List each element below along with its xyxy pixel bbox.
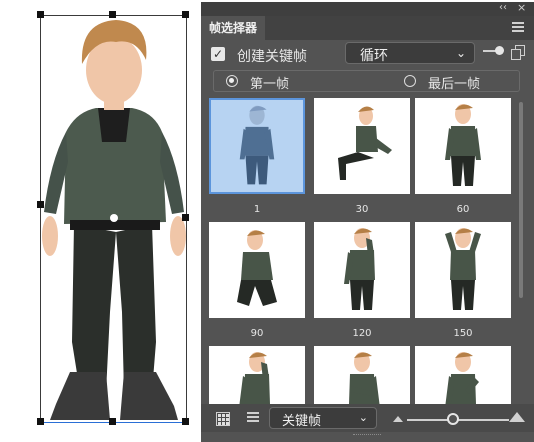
thumbnail-size-knob[interactable] (446, 413, 459, 425)
first-frame-radio[interactable] (226, 75, 238, 87)
frame-figure (239, 352, 270, 404)
resize-handle-bottom[interactable] (109, 418, 116, 425)
panel-resize-grip[interactable] (353, 434, 381, 437)
panel-menu-icon[interactable] (512, 22, 524, 34)
zoom-out-icon[interactable] (393, 416, 403, 422)
view-mode-value: 关键帧 (282, 414, 322, 429)
resize-handle-right[interactable] (182, 214, 189, 221)
resize-handle-top-right[interactable] (182, 11, 189, 18)
chevron-down-icon: ⌄ (455, 46, 466, 60)
canvas-area[interactable] (0, 0, 200, 442)
frame-number-label: 30 (355, 204, 369, 215)
pin-icon[interactable] (495, 46, 504, 55)
frame-figure (349, 352, 380, 404)
frame-figure (445, 104, 481, 186)
frame-number-label: 120 (352, 328, 372, 339)
frame-figure (338, 106, 392, 180)
frame-number-label: 90 (250, 328, 264, 339)
frame-picker-panel: ‹‹ × 帧选择器 ✓ 创建关键帧 循环 ⌄ 第一帧 最后一帧 1 30 60 … (201, 2, 534, 442)
frame-thumbnail[interactable] (314, 222, 410, 318)
first-frame-label: 第一帧 (250, 77, 290, 92)
collapse-panel-icon[interactable]: ‹‹ (499, 2, 507, 14)
resize-handle-top[interactable] (109, 11, 116, 18)
grid-view-icon[interactable] (216, 412, 230, 426)
panel-bottom-bar: 关键帧 ⌄ (201, 404, 534, 432)
frame-thumbnail[interactable] (209, 98, 305, 194)
frame-number-label: 1 (253, 204, 261, 215)
tab-frame-picker[interactable]: 帧选择器 (201, 16, 266, 40)
frame-thumbnail[interactable] (209, 222, 305, 318)
selected-character[interactable] (36, 12, 192, 422)
selection-left-edge (40, 15, 41, 422)
frame-grid-scrollbar[interactable] (519, 102, 523, 298)
frame-option-group: 第一帧 最后一帧 (213, 70, 520, 92)
last-frame-radio[interactable] (404, 75, 416, 87)
chevron-down-icon: ⌄ (358, 411, 368, 424)
keyframe-options-row: ✓ 创建关键帧 循环 ⌄ (201, 40, 534, 68)
frame-number-label: 60 (456, 204, 470, 215)
loop-mode-dropdown[interactable]: 循环 ⌄ (345, 42, 475, 64)
view-mode-dropdown[interactable]: 关键帧 ⌄ (269, 407, 377, 429)
frame-figure (344, 228, 375, 310)
create-keyframe-checkbox[interactable]: ✓ (211, 47, 225, 61)
copy-icon[interactable] (511, 45, 525, 60)
frame-figure (445, 352, 479, 404)
list-view-icon[interactable] (247, 412, 259, 426)
create-keyframe-label: 创建关键帧 (237, 49, 307, 65)
frame-thumbnail[interactable] (209, 346, 305, 404)
frame-thumbnail[interactable] (415, 346, 511, 404)
zoom-in-icon[interactable] (509, 412, 525, 422)
frame-figure (445, 228, 481, 310)
frame-thumbnail[interactable] (314, 346, 410, 404)
frame-number-label: 150 (453, 328, 473, 339)
last-frame-label: 最后一帧 (428, 77, 481, 92)
frame-figure (239, 105, 275, 185)
panel-tab-bar: 帧选择器 (201, 16, 534, 40)
frame-grid: 1 30 60 90 120 150 (209, 98, 525, 404)
frame-thumbnail[interactable] (415, 98, 511, 194)
frame-thumbnail[interactable] (314, 98, 410, 194)
frame-figure (237, 230, 277, 306)
panel-title-strip: ‹‹ × (201, 2, 534, 16)
close-panel-icon[interactable]: × (517, 2, 526, 14)
loop-mode-value: 循环 (360, 48, 388, 64)
resize-handle-left[interactable] (37, 201, 44, 208)
resize-handle-top-left[interactable] (37, 11, 44, 18)
resize-handle-bottom-right[interactable] (182, 418, 189, 425)
resize-handle-bottom-left[interactable] (37, 418, 44, 425)
frame-thumbnail[interactable] (415, 222, 511, 318)
